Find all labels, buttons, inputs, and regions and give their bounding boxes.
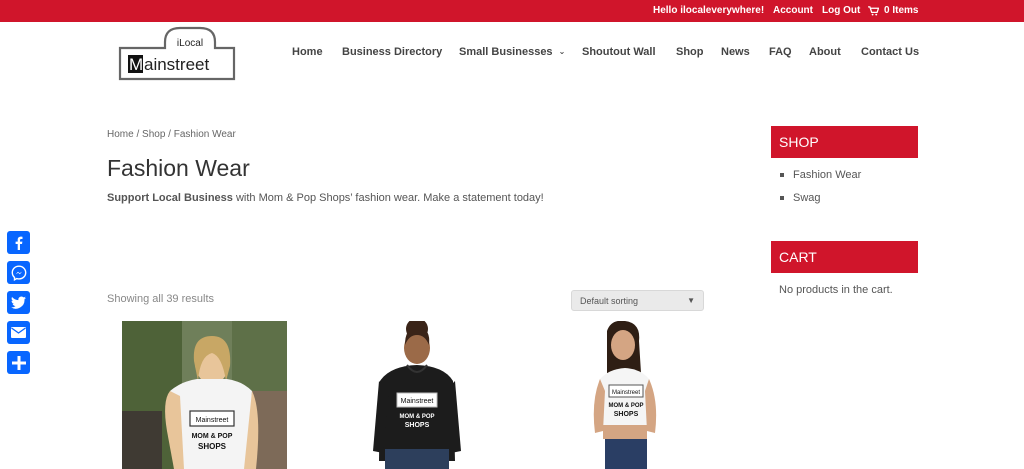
facebook-share-button[interactable] xyxy=(7,231,30,254)
category-item[interactable]: Swag xyxy=(780,186,861,209)
tee-print-main: Mainstreet xyxy=(612,390,640,396)
messenger-share-button[interactable] xyxy=(7,261,30,284)
result-count: Showing all 39 results xyxy=(107,293,215,305)
cart-icon xyxy=(868,5,879,16)
shop-category-list: Fashion Wear Swag xyxy=(780,163,861,209)
category-item[interactable]: Fashion Wear xyxy=(780,163,861,186)
tshirt-print-main: Mainstreet xyxy=(196,417,229,424)
greeting-link[interactable]: Hello ilocaleverywhere! xyxy=(653,5,764,16)
breadcrumb-sep: / xyxy=(133,129,143,140)
product-image[interactable]: Mainstreet MOM & POP SHOPS xyxy=(122,321,287,469)
logo-main-text: ainstreet xyxy=(144,55,209,74)
shop-widget-title: SHOP xyxy=(771,126,918,158)
nav-faq[interactable]: FAQ xyxy=(769,46,792,58)
breadcrumb-current: Fashion Wear xyxy=(173,129,236,140)
nav-shop[interactable]: Shop xyxy=(676,46,704,58)
chevron-down-icon: ▼ xyxy=(687,296,695,305)
nav-about[interactable]: About xyxy=(809,46,841,58)
facebook-icon xyxy=(15,236,22,250)
tshirt-print-line2: SHOPS xyxy=(198,442,227,451)
category-description: Support Local Business with Mom & Pop Sh… xyxy=(107,192,544,204)
hoodie-print-line1: MOM & POP xyxy=(399,414,434,420)
email-share-button[interactable] xyxy=(7,321,30,344)
nav-shoutout-wall[interactable]: Shoutout Wall xyxy=(582,46,656,58)
email-icon xyxy=(11,327,26,338)
twitter-icon xyxy=(11,296,26,309)
breadcrumb-shop[interactable]: Shop xyxy=(142,129,165,140)
nav-home[interactable]: Home xyxy=(292,46,323,58)
sort-value: Default sorting xyxy=(580,295,639,306)
hoodie-print-main: Mainstreet xyxy=(401,398,434,405)
nav-small-businesses-label: Small Businesses xyxy=(459,46,553,58)
cart-count: 0 Items xyxy=(884,5,919,16)
logo-initial: M xyxy=(129,55,143,74)
chevron-down-icon: ⌄ xyxy=(558,47,566,56)
nav-news[interactable]: News xyxy=(721,46,750,58)
intro-bold: Support Local Business xyxy=(107,192,233,204)
cart-link[interactable]: 0 Items xyxy=(868,5,918,16)
nav-contact[interactable]: Contact Us xyxy=(861,46,919,58)
sort-dropdown[interactable]: Default sorting ▼ xyxy=(571,290,704,311)
page-title: Fashion Wear xyxy=(107,155,250,181)
nav-business-directory[interactable]: Business Directory xyxy=(342,46,442,58)
category-label: Fashion Wear xyxy=(793,168,862,181)
intro-rest: with Mom & Pop Shops’ fashion wear. Make… xyxy=(232,192,544,204)
hoodie-print-line2: SHOPS xyxy=(405,422,430,429)
category-label: Swag xyxy=(793,191,821,204)
tshirt-print-line1: MOM & POP xyxy=(192,433,233,440)
breadcrumb: Home / Shop / Fashion Wear xyxy=(107,129,236,140)
logo-small-text: iLocal xyxy=(177,38,203,49)
tee-print-line1: MOM & POP xyxy=(608,403,643,409)
plus-icon xyxy=(11,355,26,370)
account-link[interactable]: Account xyxy=(773,5,813,16)
nav-small-businesses[interactable]: Small Businesses ⌄ xyxy=(459,46,565,58)
breadcrumb-home[interactable]: Home xyxy=(107,129,134,140)
breadcrumb-sep: / xyxy=(165,129,174,140)
product-image[interactable]: Mainstreet MOM & POP SHOPS xyxy=(545,321,710,469)
twitter-share-button[interactable] xyxy=(7,291,30,314)
product-image[interactable]: Mainstreet MOM & POP SHOPS xyxy=(345,321,510,469)
share-button[interactable] xyxy=(7,351,30,374)
messenger-icon xyxy=(11,264,26,281)
cart-widget-title: CART xyxy=(771,241,918,273)
cart-empty-message: No products in the cart. xyxy=(779,284,893,296)
logout-link[interactable]: Log Out xyxy=(822,5,860,16)
site-logo[interactable]: iLocal M ainstreet xyxy=(118,26,236,81)
top-bar: Hello ilocaleverywhere! Account Log Out … xyxy=(0,0,1024,22)
tee-print-line2: SHOPS xyxy=(614,411,639,418)
